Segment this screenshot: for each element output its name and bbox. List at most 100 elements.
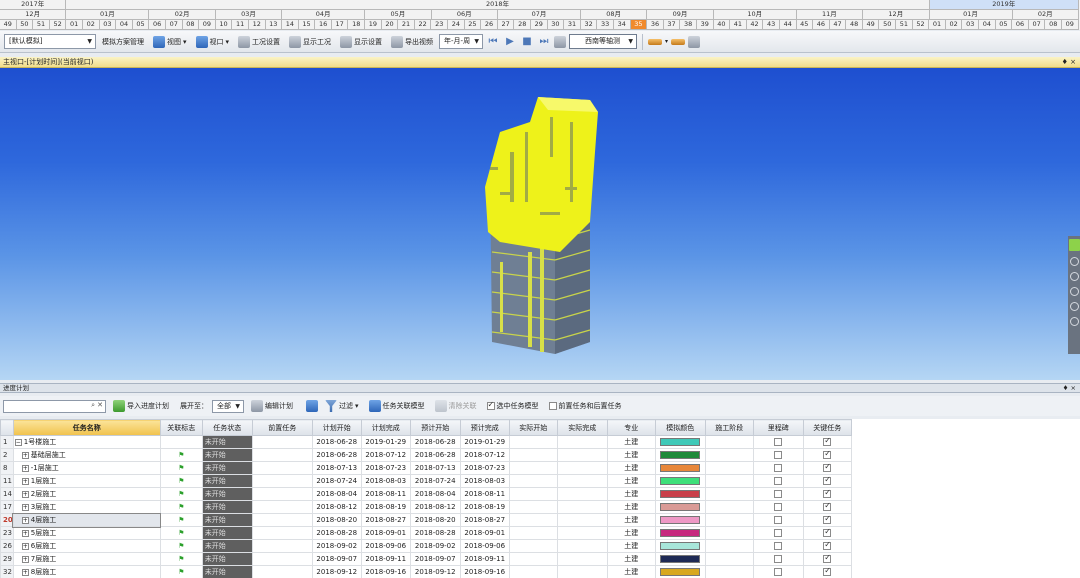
pan-hand-icon[interactable] [1069, 257, 1079, 266]
select-arrow-icon[interactable] [1068, 239, 1080, 251]
expand-icon[interactable]: + [21, 516, 29, 524]
orbit-icon[interactable] [1069, 287, 1079, 296]
task-link-model-button[interactable]: 任务关联模型 [366, 398, 428, 415]
timeline-week[interactable]: 37 [663, 20, 681, 30]
search-icon[interactable]: ⌕ [91, 401, 95, 410]
scheme-select[interactable]: [默认模拟] ▼ [4, 34, 96, 49]
table-row[interactable]: 1−1号楼施工 未开始 2018-06-28 2019-01-29 2018-06-28… [0, 435, 852, 449]
3d-viewport[interactable] [0, 68, 1080, 380]
table-row[interactable]: 23 +5层施工 ⚑ 未开始 2018-08-28 2018-09-01 2018-08-2… [0, 526, 852, 540]
task-name-cell[interactable]: +4层施工 [12, 512, 162, 528]
milestone-checkbox[interactable] [774, 555, 783, 563]
timeline-week[interactable]: 13 [265, 20, 283, 30]
milestone-checkbox[interactable] [774, 503, 783, 511]
expand-icon[interactable]: + [21, 451, 29, 459]
color-swatch[interactable] [660, 451, 701, 459]
timeline-week[interactable]: 01 [929, 20, 946, 30]
timeline-week[interactable]: 07 [165, 20, 183, 30]
timeline-week[interactable]: 05 [132, 20, 150, 30]
view-button[interactable]: 视图 ▾ [150, 33, 190, 50]
grid-icon[interactable] [688, 35, 701, 48]
sim-color-cell[interactable] [654, 474, 706, 488]
show-work-button[interactable]: 显示工况 [286, 33, 334, 50]
timeline-week[interactable]: 10 [215, 20, 233, 30]
timeline-week[interactable]: 02 [82, 20, 100, 30]
sim-color-cell[interactable] [654, 500, 706, 514]
timeline-week[interactable]: 27 [497, 20, 515, 30]
timeline-week[interactable]: 28 [514, 20, 531, 30]
task-search-input[interactable]: ⌕ ✕ [3, 399, 106, 413]
timeline-week[interactable]: 47 [829, 20, 847, 30]
task-name-cell[interactable]: +3层施工 [12, 500, 161, 514]
sim-color-cell[interactable] [654, 513, 706, 527]
zoom-icon[interactable] [1069, 302, 1079, 311]
task-name-cell[interactable]: +8层施工 [12, 565, 161, 578]
collapse-icon[interactable]: − [14, 438, 22, 446]
color-swatch[interactable] [660, 555, 701, 563]
play-icon[interactable]: ▶ [503, 36, 517, 47]
timeline-week[interactable]: 11 [232, 20, 249, 30]
timeline-week[interactable]: 50 [879, 20, 897, 30]
timeline-week[interactable]: 23 [431, 20, 449, 30]
timeline-week[interactable]: 40 [713, 20, 731, 30]
sim-color-cell[interactable] [654, 526, 706, 540]
timeline-week[interactable]: 02 [945, 20, 963, 30]
network-icon[interactable] [554, 35, 567, 48]
critical-checkbox[interactable] [823, 437, 832, 446]
timeline-week[interactable]: 48 [846, 20, 863, 30]
milestone-checkbox[interactable] [774, 529, 783, 537]
timeline-week[interactable]: 31 [564, 20, 581, 30]
milestone-checkbox[interactable] [774, 451, 783, 459]
critical-checkbox[interactable] [823, 515, 832, 524]
table-row[interactable]: 2 + 基础层施工 ⚑ 未开始 2018-06-28 2018-07-12 2018-06-2… [0, 448, 852, 462]
selected-model-checkbox[interactable]: 选中任务模型 [484, 398, 542, 415]
critical-checkbox[interactable] [823, 502, 832, 511]
table-row[interactable]: 17 +3层施工 ⚑ 未开始 2018-08-12 2018-08-19 2018-08-1… [0, 500, 852, 514]
task-name-cell[interactable]: −1号楼施工 [12, 435, 161, 449]
pin-close-icon[interactable]: ♦ × [1062, 57, 1076, 67]
ruler-icon[interactable] [648, 38, 663, 45]
sim-color-cell[interactable] [654, 435, 706, 449]
timeline-week[interactable]: 09 [199, 20, 216, 30]
checkbox-icon[interactable] [548, 402, 557, 410]
critical-checkbox[interactable] [823, 489, 832, 498]
sim-color-cell[interactable] [654, 487, 706, 501]
milestone-checkbox[interactable] [774, 438, 783, 446]
column-header[interactable]: 计划开始 [311, 419, 362, 436]
expand-icon[interactable]: + [21, 464, 29, 472]
task-name-cell[interactable]: + -1层施工 [12, 461, 161, 475]
expand-icon[interactable]: + [21, 477, 29, 485]
timeline-week[interactable]: 04 [116, 20, 133, 30]
milestone-checkbox[interactable] [774, 464, 783, 472]
color-swatch[interactable] [660, 568, 701, 576]
timeline-week[interactable]: 30 [547, 20, 565, 30]
timeline-week[interactable]: 51 [896, 20, 913, 30]
column-header[interactable]: 实际开始 [508, 419, 558, 436]
scheme-manage-button[interactable]: 模拟方案管理 [99, 33, 147, 50]
timeline-week[interactable]: 07 [1028, 20, 1046, 30]
pin-close-icon[interactable]: ♦ × [1063, 384, 1076, 393]
expand-icon[interactable]: + [21, 490, 29, 498]
timeline-week[interactable]: 24 [448, 20, 465, 30]
measure-icon[interactable] [671, 38, 686, 45]
sim-color-cell[interactable] [654, 461, 706, 475]
timeline-week[interactable]: 32 [580, 20, 598, 30]
timeline-week[interactable]: 05 [995, 20, 1013, 30]
timeline-week[interactable]: 03 [962, 20, 980, 30]
milestone-checkbox[interactable] [774, 568, 783, 576]
sim-color-cell[interactable] [654, 565, 706, 578]
color-swatch[interactable] [660, 464, 701, 472]
column-header[interactable]: 实际完成 [556, 419, 608, 436]
checkbox-icon[interactable] [486, 400, 495, 410]
timeline-week[interactable]: 44 [779, 20, 797, 30]
work-settings-button[interactable]: 工况设置 [235, 33, 283, 50]
building-model[interactable] [470, 92, 610, 367]
table-row[interactable]: 32 +8层施工 ⚑ 未开始 2018-09-12 2018-09-16 2018-09-1… [0, 565, 852, 578]
rewind-icon[interactable]: ⏮ [486, 36, 500, 47]
timeline-week[interactable]: 04 [979, 20, 996, 30]
view-direction-select[interactable]: 西南等轴测 ▼ [569, 34, 638, 49]
critical-checkbox[interactable] [823, 554, 832, 563]
critical-checkbox[interactable] [823, 450, 832, 459]
filter-button[interactable]: 过滤 ▾ [322, 398, 362, 415]
clear-link-button[interactable]: 清除关联 [432, 398, 480, 415]
